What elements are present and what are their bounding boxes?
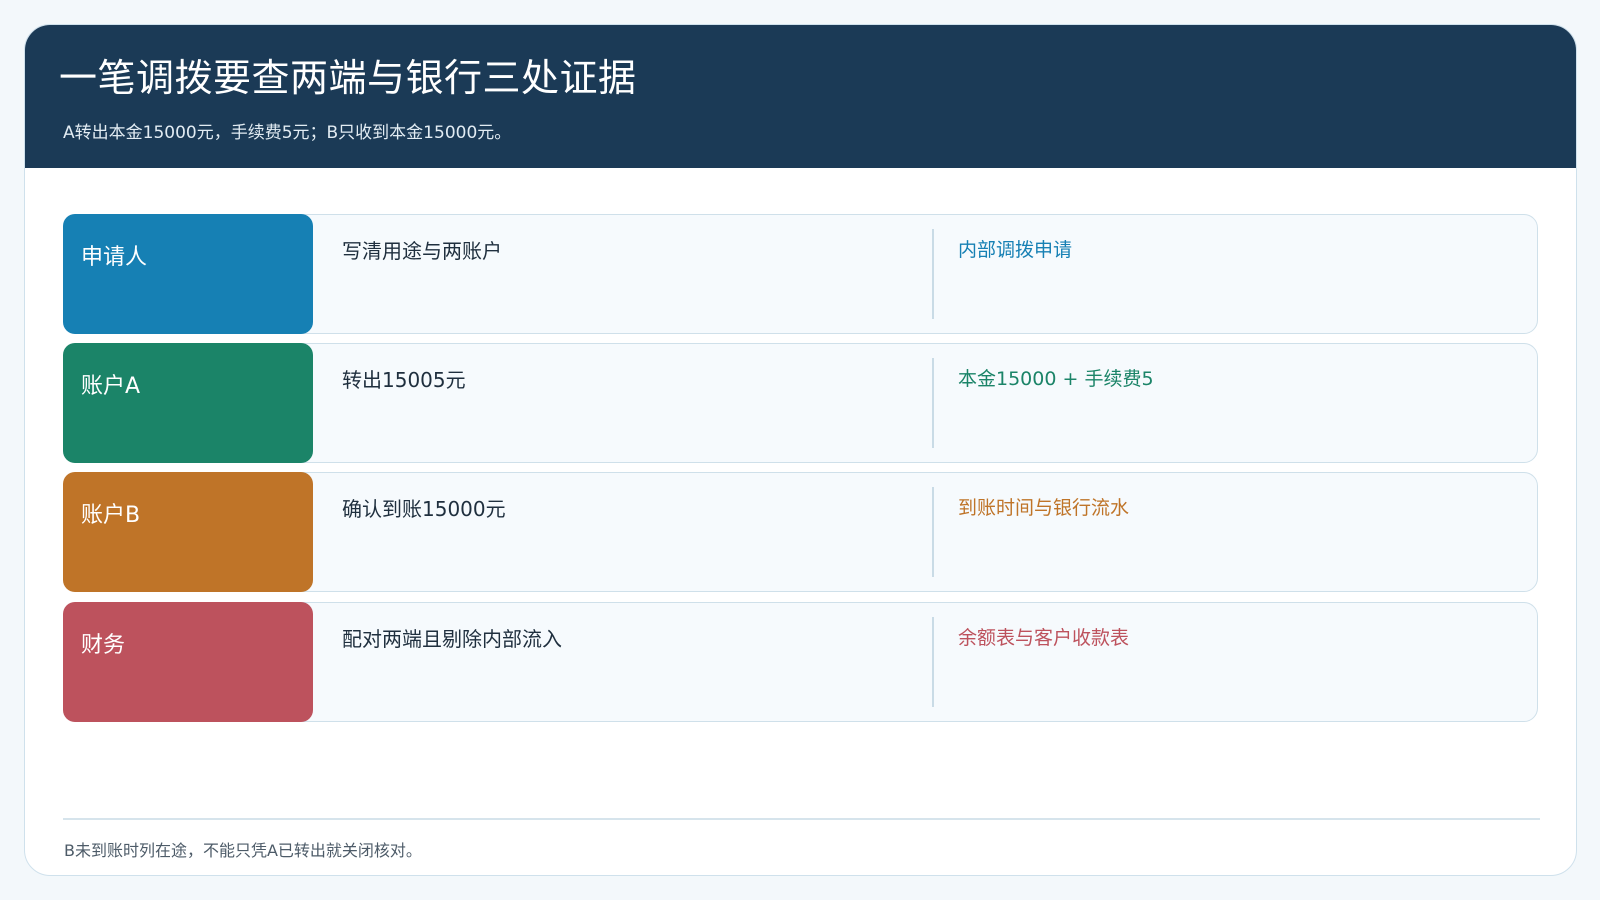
- role-tag: 账户A: [63, 343, 313, 463]
- column-divider: [932, 487, 934, 577]
- action-text: 转出15005元: [342, 368, 466, 392]
- step-row-finance: 财务 配对两端且剔除内部流入 余额表与客户收款表: [63, 602, 1538, 722]
- evidence-text: 本金15000 + 手续费5: [958, 368, 1154, 390]
- footer-note: B未到账时列在途，不能只凭A已转出就关闭核对。: [64, 841, 422, 860]
- page-subtitle: A转出本金15000元，手续费5元；B只收到本金15000元。: [63, 123, 512, 143]
- step-row-applicant: 申请人 写清用途与两账户 内部调拨申请: [63, 214, 1538, 334]
- column-divider: [932, 229, 934, 319]
- footer-divider: [63, 818, 1540, 820]
- step-row-account-b: 账户B 确认到账15000元 到账时间与银行流水: [63, 472, 1538, 592]
- role-tag: 账户B: [63, 472, 313, 592]
- reconciliation-card: 一笔调拨要查两端与银行三处证据 A转出本金15000元，手续费5元；B只收到本金…: [24, 24, 1577, 876]
- role-tag: 财务: [63, 602, 313, 722]
- action-text: 配对两端且剔除内部流入: [342, 627, 562, 651]
- column-divider: [932, 358, 934, 448]
- evidence-text: 到账时间与银行流水: [958, 497, 1130, 519]
- evidence-text: 余额表与客户收款表: [958, 627, 1130, 649]
- column-divider: [932, 617, 934, 707]
- action-text: 写清用途与两账户: [342, 239, 502, 263]
- action-text: 确认到账15000元: [342, 497, 506, 521]
- evidence-text: 内部调拨申请: [958, 239, 1073, 261]
- role-tag: 申请人: [63, 214, 313, 334]
- step-row-account-a: 账户A 转出15005元 本金15000 + 手续费5: [63, 343, 1538, 463]
- card-header: 一笔调拨要查两端与银行三处证据 A转出本金15000元，手续费5元；B只收到本金…: [25, 25, 1576, 168]
- page-title: 一笔调拨要查两端与银行三处证据: [59, 56, 637, 100]
